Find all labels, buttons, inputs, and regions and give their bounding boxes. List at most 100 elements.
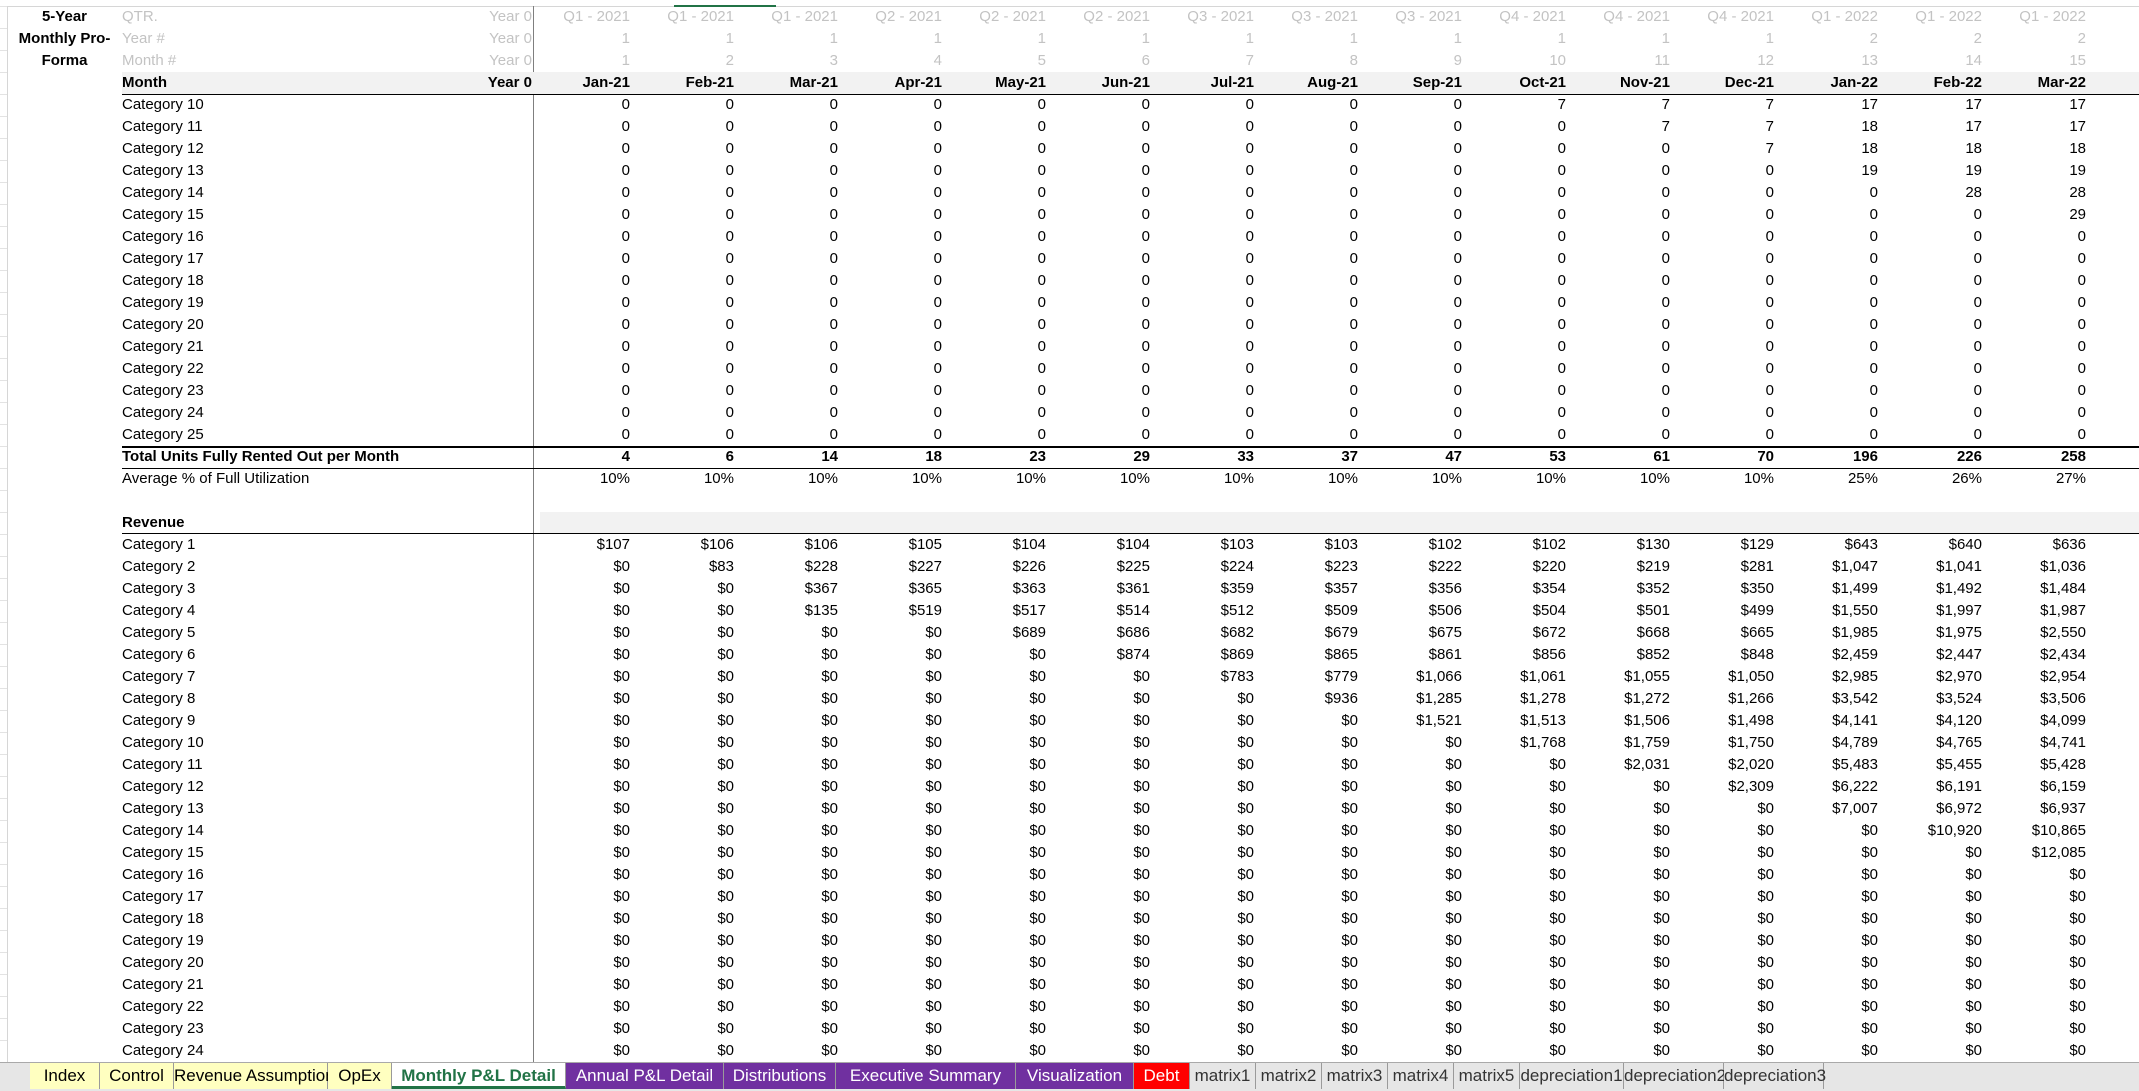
value-cell[interactable]: $0 xyxy=(1158,776,1254,798)
value-cell[interactable]: 0 xyxy=(1366,358,1462,380)
value-cell[interactable]: $0 xyxy=(638,1040,734,1062)
value-cell[interactable]: $0 xyxy=(1990,886,2086,908)
value-cell[interactable]: 0 xyxy=(1574,336,1670,358)
value-cell[interactable]: Q1 - 2021 xyxy=(638,6,734,28)
value-cell[interactable]: 0 xyxy=(1470,204,1566,226)
value-cell[interactable]: $281 xyxy=(1678,556,1774,578)
value-cell[interactable]: $0 xyxy=(950,644,1046,666)
value-cell[interactable]: $0 xyxy=(1262,710,1358,732)
value-cell[interactable]: 0 xyxy=(1262,402,1358,424)
value-cell[interactable]: $227 xyxy=(846,556,942,578)
value-cell[interactable]: $0 xyxy=(1262,798,1358,820)
value-cell[interactable]: 0 xyxy=(1158,270,1254,292)
row-label[interactable]: Category 13 xyxy=(122,798,422,820)
value-cell[interactable]: 0 xyxy=(638,204,734,226)
month-cell[interactable]: Oct-21 xyxy=(1470,72,1566,94)
row-label[interactable]: Category 16 xyxy=(122,226,422,248)
value-cell[interactable]: 0 xyxy=(1366,380,1462,402)
value-cell[interactable]: $865 xyxy=(1262,644,1358,666)
value-cell[interactable]: $0 xyxy=(638,842,734,864)
value-cell[interactable]: $0 xyxy=(1262,974,1358,996)
value-cell[interactable]: $0 xyxy=(950,754,1046,776)
value-cell[interactable]: 10% xyxy=(742,468,838,490)
value-cell[interactable]: 0 xyxy=(1678,182,1774,204)
value-cell[interactable]: $0 xyxy=(1366,974,1462,996)
month-cell[interactable]: Mar-22 xyxy=(1990,72,2086,94)
row-label[interactable]: Category 10 xyxy=(122,94,422,116)
value-cell[interactable]: 0 xyxy=(1366,270,1462,292)
value-cell[interactable]: 0 xyxy=(1470,270,1566,292)
value-cell[interactable]: 0 xyxy=(534,314,630,336)
value-cell[interactable]: 0 xyxy=(638,380,734,402)
value-cell[interactable]: 0 xyxy=(1470,160,1566,182)
value-cell[interactable]: 3 xyxy=(742,50,838,72)
value-cell[interactable]: $3,524 xyxy=(1886,688,1982,710)
value-cell[interactable]: $0 xyxy=(1990,952,2086,974)
value-cell[interactable]: 0 xyxy=(638,226,734,248)
value-cell[interactable]: $0 xyxy=(1262,842,1358,864)
value-cell[interactable]: $0 xyxy=(1990,908,2086,930)
value-cell[interactable]: $0 xyxy=(1262,886,1358,908)
value-cell[interactable]: $0 xyxy=(534,974,630,996)
value-cell[interactable]: 226 xyxy=(1886,446,1982,468)
value-cell[interactable]: 0 xyxy=(638,182,734,204)
value-cell[interactable]: Q1 - 2021 xyxy=(742,6,838,28)
value-cell[interactable]: $0 xyxy=(1054,710,1150,732)
value-cell[interactable]: 0 xyxy=(1054,270,1150,292)
value-cell[interactable]: $0 xyxy=(534,688,630,710)
value-cell[interactable]: $0 xyxy=(1886,886,1982,908)
value-cell[interactable]: $0 xyxy=(1054,842,1150,864)
value-cell[interactable]: 0 xyxy=(1158,292,1254,314)
value-cell[interactable]: $0 xyxy=(1990,864,2086,886)
value-cell[interactable]: $0 xyxy=(638,688,734,710)
value-cell[interactable]: 0 xyxy=(1158,94,1254,116)
value-cell[interactable]: 0 xyxy=(1470,182,1566,204)
value-cell[interactable]: $224 xyxy=(1158,556,1254,578)
value-cell[interactable]: $0 xyxy=(534,820,630,842)
value-cell[interactable]: $0 xyxy=(1054,688,1150,710)
value-cell[interactable]: $4,099 xyxy=(1990,710,2086,732)
value-cell[interactable]: 0 xyxy=(1054,204,1150,226)
value-cell[interactable]: 0 xyxy=(742,160,838,182)
sheet-tab[interactable]: Control xyxy=(100,1063,174,1089)
value-cell[interactable]: $643 xyxy=(1782,534,1878,556)
value-cell[interactable]: 0 xyxy=(1678,270,1774,292)
value-cell[interactable]: $501 xyxy=(1574,600,1670,622)
value-cell[interactable]: $0 xyxy=(1366,798,1462,820)
month-cell[interactable]: Nov-21 xyxy=(1574,72,1670,94)
value-cell[interactable]: 0 xyxy=(1470,116,1566,138)
value-cell[interactable]: $689 xyxy=(950,622,1046,644)
value-cell[interactable]: $0 xyxy=(1470,842,1566,864)
value-cell[interactable]: 0 xyxy=(742,248,838,270)
value-cell[interactable]: 0 xyxy=(1678,292,1774,314)
value-cell[interactable]: 0 xyxy=(1158,358,1254,380)
value-cell[interactable]: $0 xyxy=(1054,996,1150,1018)
value-cell[interactable]: $2,954 xyxy=(1990,666,2086,688)
value-cell[interactable]: 0 xyxy=(1262,248,1358,270)
value-cell[interactable]: 0 xyxy=(1366,402,1462,424)
value-cell[interactable]: 0 xyxy=(1886,358,1982,380)
value-cell[interactable]: 0 xyxy=(1678,226,1774,248)
value-cell[interactable]: 0 xyxy=(742,336,838,358)
value-cell[interactable]: 0 xyxy=(1054,424,1150,446)
value-cell[interactable]: 0 xyxy=(1366,336,1462,358)
value-cell[interactable]: 0 xyxy=(1158,160,1254,182)
month-cell[interactable]: Jun-21 xyxy=(1054,72,1150,94)
value-cell[interactable]: $0 xyxy=(846,798,942,820)
value-cell[interactable]: $0 xyxy=(1158,996,1254,1018)
value-cell[interactable]: $0 xyxy=(1262,754,1358,776)
value-cell[interactable]: $0 xyxy=(1990,974,2086,996)
value-cell[interactable]: $679 xyxy=(1262,622,1358,644)
row-label[interactable]: Category 23 xyxy=(122,380,422,402)
sheet-tab[interactable]: Index xyxy=(30,1063,100,1089)
row-label[interactable]: Category 19 xyxy=(122,930,422,952)
row-label[interactable]: Month # xyxy=(122,50,322,72)
value-cell[interactable]: 0 xyxy=(1262,292,1358,314)
value-cell[interactable]: 0 xyxy=(534,424,630,446)
value-cell[interactable]: $0 xyxy=(534,864,630,886)
month-cell[interactable]: Dec-21 xyxy=(1678,72,1774,94)
value-cell[interactable]: $0 xyxy=(1054,666,1150,688)
year0-cell[interactable]: Year 0 xyxy=(452,50,532,72)
value-cell[interactable]: $0 xyxy=(1470,776,1566,798)
value-cell[interactable]: $0 xyxy=(1574,820,1670,842)
